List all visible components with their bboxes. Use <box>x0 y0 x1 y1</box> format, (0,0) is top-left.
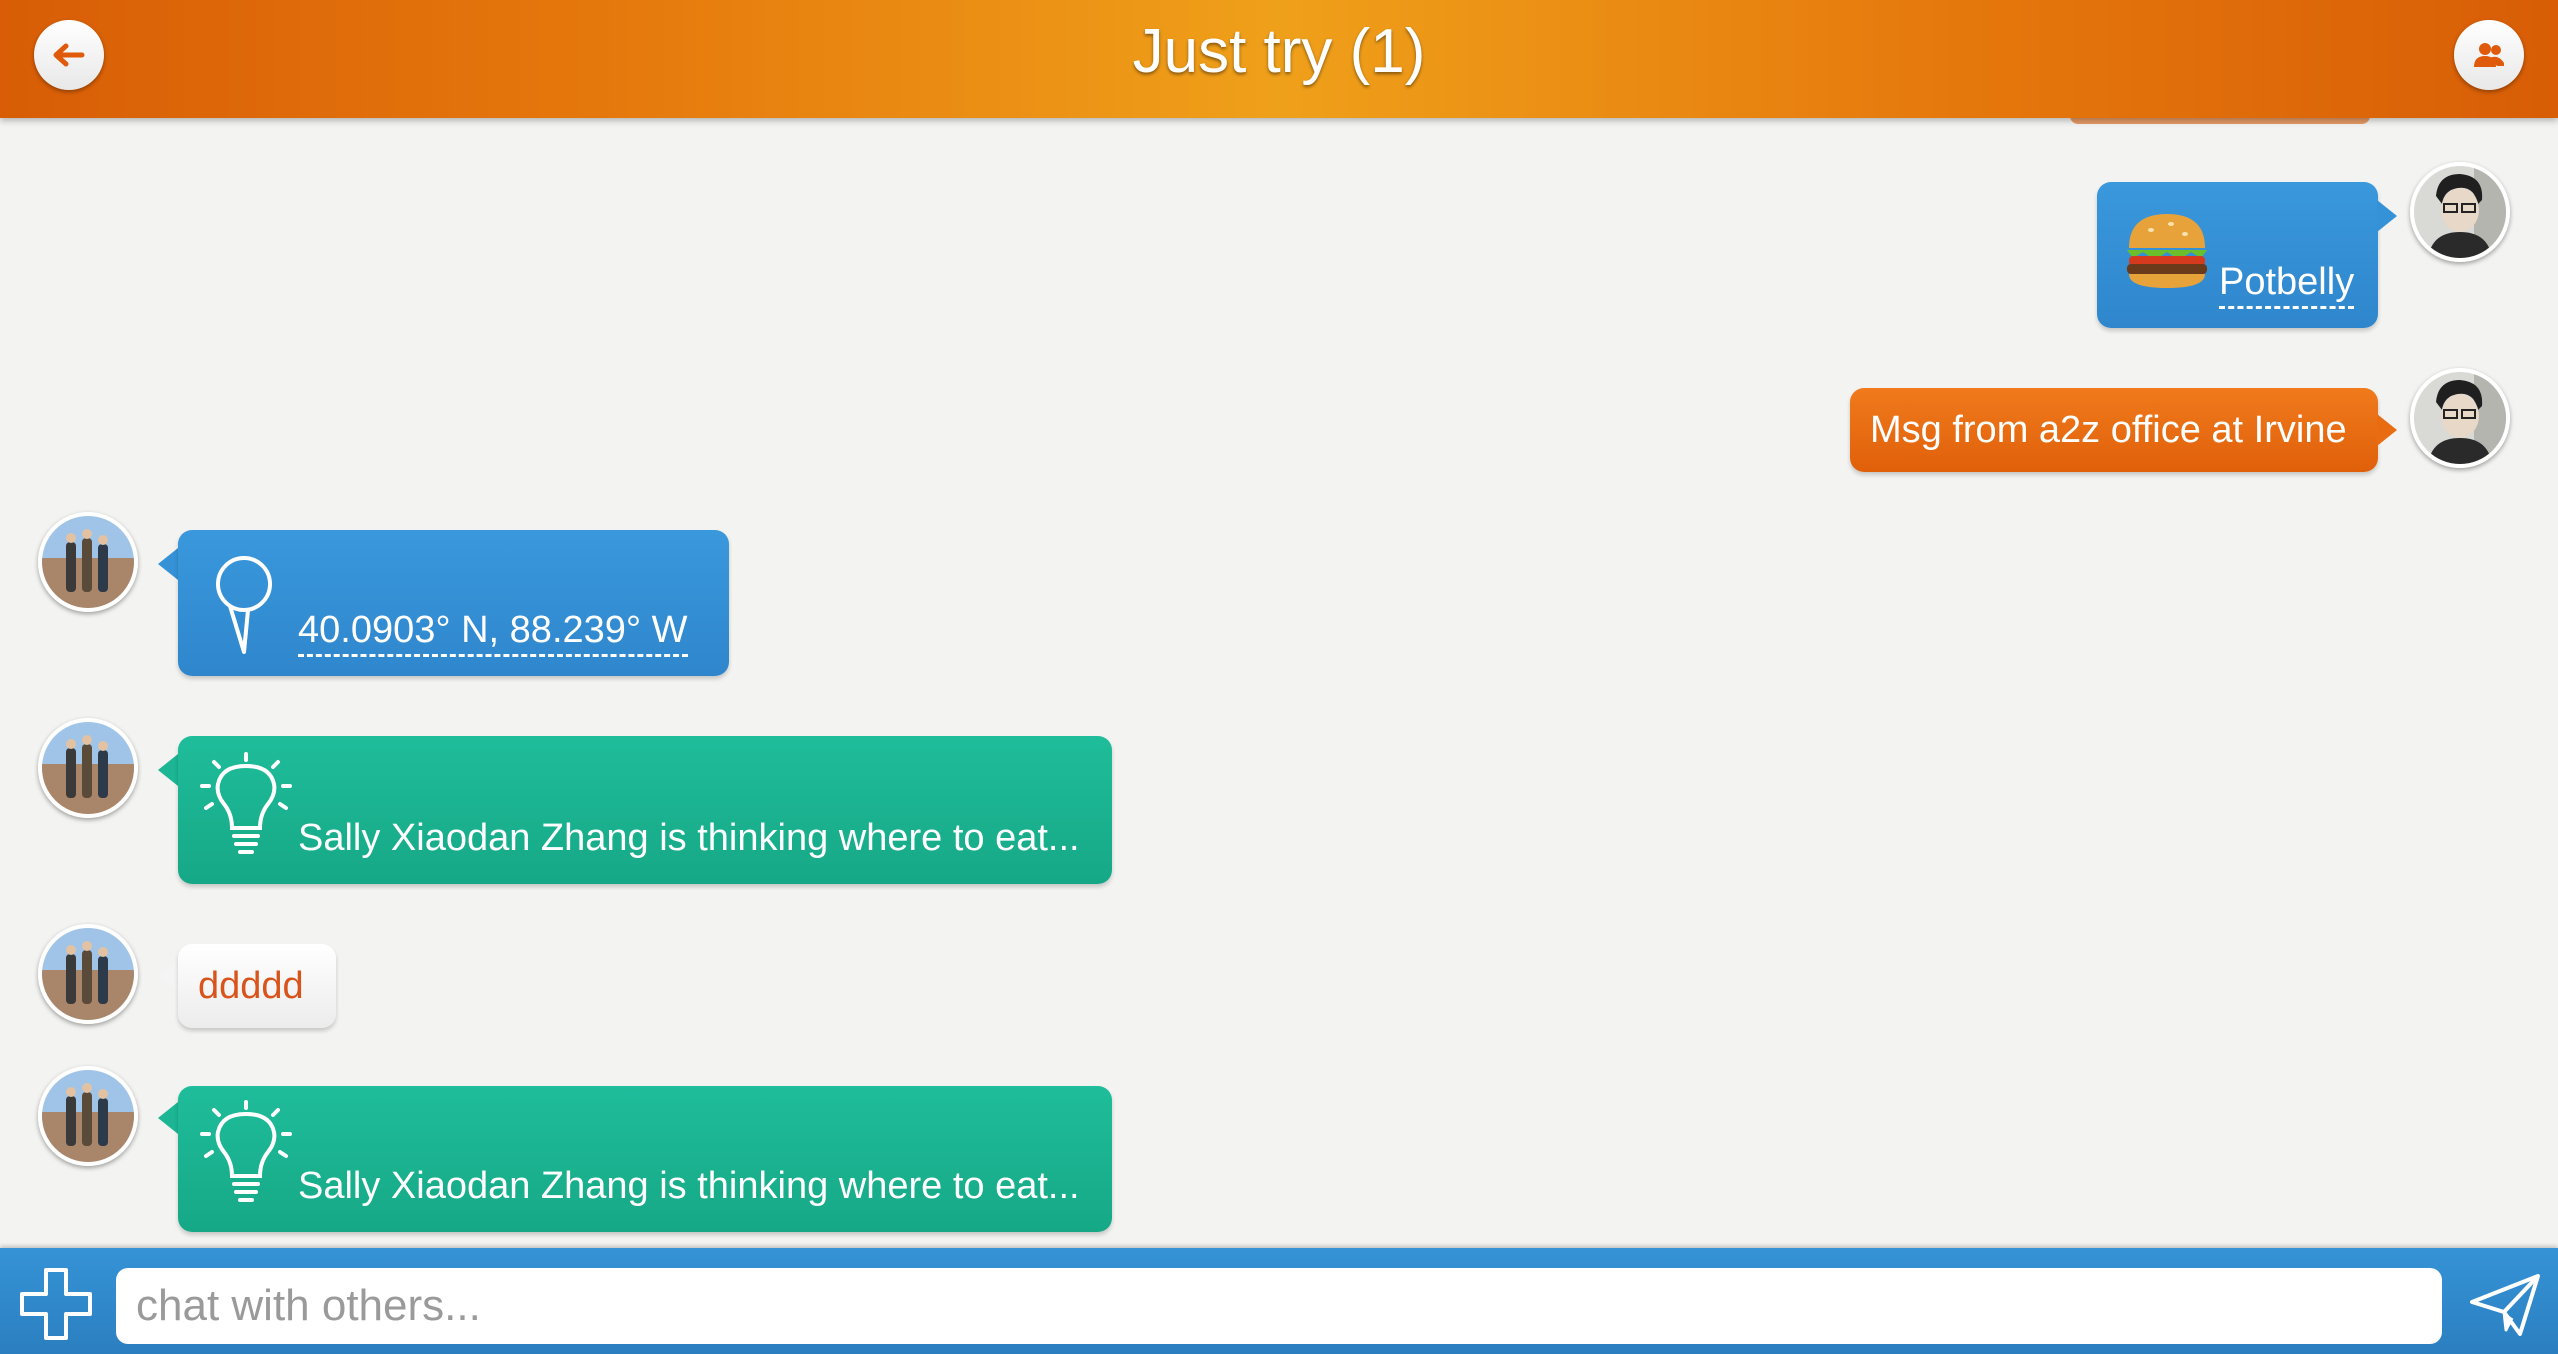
avatar-photo <box>2414 372 2506 464</box>
avatar-contact[interactable] <box>38 924 138 1024</box>
message-text[interactable]: Potbelly <box>2219 260 2355 309</box>
message-bubble-text[interactable]: Msg from a2z office at Irvine <box>1850 388 2378 472</box>
message-text[interactable]: Sally Xiaodan Zhang is thinking where to… <box>298 1164 1080 1208</box>
message-text[interactable]: Msg from a2z office at Irvine <box>1870 408 2347 452</box>
composer-bar <box>0 1248 2558 1354</box>
lightbulb-icon <box>200 752 292 854</box>
message-bubble-restaurant[interactable]: Potbelly <box>2097 182 2378 328</box>
avatar-contact[interactable] <box>38 718 138 818</box>
bubble-tail <box>158 754 178 786</box>
chat-screen: Just try (1) Potbelly Msg from a2z offic… <box>0 0 2558 1354</box>
bubble-tail <box>158 548 178 580</box>
message-bubble-text[interactable]: ddddd <box>178 944 336 1028</box>
message-bubble-status[interactable]: Sally Xiaodan Zhang is thinking where to… <box>178 736 1112 884</box>
avatar-photo <box>42 1070 134 1162</box>
bubble-tail <box>2377 200 2397 232</box>
avatar-contact[interactable] <box>38 512 138 612</box>
send-icon <box>2470 1274 2540 1336</box>
message-input[interactable] <box>116 1268 2442 1344</box>
message-bubble-location[interactable]: 40.0903° N, 88.239° W <box>178 530 729 676</box>
avatar-photo <box>42 516 134 608</box>
map-pin-icon <box>216 556 272 654</box>
lightbulb-icon <box>200 1100 292 1202</box>
attach-button[interactable] <box>18 1266 94 1342</box>
members-button[interactable] <box>2454 20 2524 90</box>
bubble-tail <box>2377 414 2397 446</box>
send-button[interactable] <box>2468 1272 2542 1338</box>
page-title: Just try (1) <box>1132 17 1426 86</box>
location-coordinates-link[interactable]: 40.0903° N, 88.239° W <box>298 608 688 657</box>
avatar-photo <box>2414 166 2506 258</box>
plus-icon <box>20 1268 92 1340</box>
bubble-tail <box>158 960 178 992</box>
bubble-tail <box>158 1102 178 1134</box>
header-bar: Just try (1) <box>0 0 2558 118</box>
message-bubble-status[interactable]: Sally Xiaodan Zhang is thinking where to… <box>178 1086 1112 1232</box>
burger-icon <box>2127 214 2207 288</box>
avatar-self[interactable] <box>2410 162 2510 262</box>
avatar-photo <box>42 928 134 1020</box>
group-icon <box>2474 43 2504 67</box>
avatar-contact[interactable] <box>38 1066 138 1166</box>
message-text[interactable]: ddddd <box>198 964 304 1008</box>
message-text[interactable]: Sally Xiaodan Zhang is thinking where to… <box>298 816 1080 860</box>
avatar-photo <box>42 722 134 814</box>
avatar-self[interactable] <box>2410 368 2510 468</box>
